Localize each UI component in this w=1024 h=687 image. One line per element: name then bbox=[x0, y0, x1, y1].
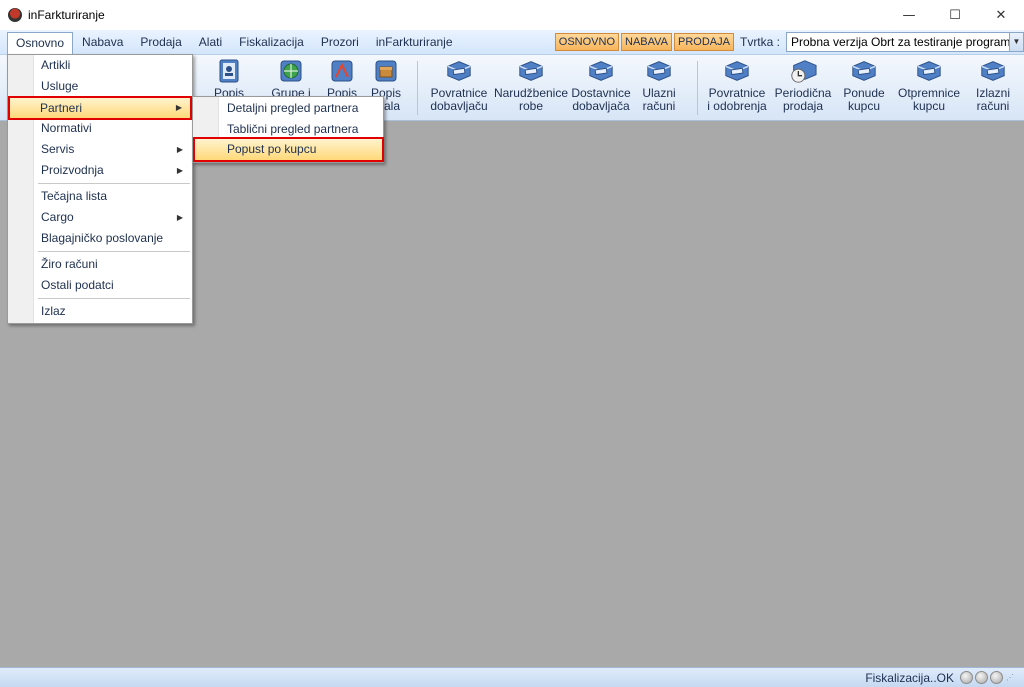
menu-infarkturiranje[interactable]: inFarkturiranje bbox=[368, 32, 461, 53]
app-logo-icon bbox=[8, 8, 22, 22]
menu-item-servis[interactable]: Servis ▶ bbox=[9, 139, 191, 160]
menu-item-tecajna-lista[interactable]: Tečajna lista bbox=[9, 186, 191, 207]
van-icon bbox=[645, 57, 673, 85]
van-icon bbox=[723, 57, 751, 85]
toolbar-separator bbox=[417, 61, 418, 115]
menu-item-proizvodnja[interactable]: Proizvodnja ▶ bbox=[9, 160, 191, 181]
toolbar-ulazni-racuni-button[interactable]: Ulazni računi bbox=[637, 57, 681, 119]
maximize-button[interactable]: ☐ bbox=[932, 0, 978, 30]
toolbar-izlazni-racuni-button[interactable]: Izlazni računi bbox=[968, 57, 1018, 119]
submenu-arrow-icon: ▶ bbox=[175, 103, 182, 112]
van-icon bbox=[517, 57, 545, 85]
van-icon bbox=[979, 57, 1007, 85]
fiscalization-status: Fiskalizacija..OK bbox=[865, 670, 954, 685]
window-title: inFarkturiranje bbox=[28, 8, 105, 22]
menu-separator bbox=[38, 251, 190, 252]
menu-prodaja[interactable]: Prodaja bbox=[132, 32, 189, 53]
menu-fiskalizacija[interactable]: Fiskalizacija bbox=[231, 32, 312, 53]
mode-prodaja-button[interactable]: PRODAJA bbox=[674, 33, 734, 51]
status-indicator-icon bbox=[975, 671, 988, 684]
menu-item-cargo[interactable]: Cargo ▶ bbox=[9, 207, 191, 228]
minimize-button[interactable]: — bbox=[886, 0, 932, 30]
menu-item-ostali-podatci[interactable]: Ostali podatci bbox=[9, 275, 191, 296]
menu-prozori[interactable]: Prozori bbox=[313, 32, 367, 53]
van-icon bbox=[915, 57, 943, 85]
status-bar: Fiskalizacija..OK ⋰ bbox=[0, 667, 1024, 687]
address-book-icon bbox=[215, 57, 243, 85]
menu-bar: Osnovno Nabava Prodaja Alati Fiskalizaci… bbox=[0, 30, 1024, 56]
menu-separator bbox=[38, 183, 190, 184]
van-icon bbox=[445, 57, 473, 85]
toolbar-povratnice-odobrenja-button[interactable]: Povratnice i odobrenja bbox=[706, 57, 768, 119]
menu-alati[interactable]: Alati bbox=[191, 32, 230, 53]
resize-grip-icon[interactable]: ⋰ bbox=[1006, 673, 1016, 683]
menu-item-artikli[interactable]: Artikli bbox=[9, 55, 191, 76]
toolbar-separator bbox=[697, 61, 698, 115]
menu-osnovno[interactable]: Osnovno bbox=[7, 31, 74, 56]
submenu-arrow-icon: ▶ bbox=[176, 213, 183, 222]
van-icon bbox=[587, 57, 615, 85]
toolbar-periodicna-prodaja-button[interactable]: Periodična prodaja bbox=[773, 57, 833, 119]
toolbar-povratnice-dobavljacu-button[interactable]: Povratnice dobavljaču bbox=[428, 57, 490, 119]
menu-item-normativi[interactable]: Normativi bbox=[9, 118, 191, 139]
menu-item-ziro-racuni[interactable]: Žiro računi bbox=[9, 254, 191, 275]
status-indicator-icon bbox=[990, 671, 1003, 684]
submenu-item-popust-po-kupcu[interactable]: Popust po kupcu bbox=[193, 137, 384, 162]
osnovno-dropdown-menu: Artikli Usluge Partneri ▶ Normativi Servi… bbox=[7, 54, 193, 324]
company-select[interactable]: Probna verzija Obrt za testiranje progra… bbox=[786, 32, 1024, 52]
close-button[interactable]: ✕ bbox=[978, 0, 1024, 30]
window-controls: — ☐ ✕ bbox=[886, 0, 1024, 30]
chevron-down-icon[interactable]: ▼ bbox=[1009, 33, 1023, 51]
mode-osnovno-button[interactable]: OSNOVNO bbox=[554, 33, 620, 51]
status-indicator-icon bbox=[960, 671, 973, 684]
menu-nabava[interactable]: Nabava bbox=[74, 32, 131, 53]
menu-separator bbox=[38, 298, 190, 299]
company-label: Tvrtka : bbox=[739, 35, 780, 49]
title-bar: inFarkturiranje — ☐ ✕ bbox=[0, 0, 1024, 30]
toolbar-otpremnice-kupcu-button[interactable]: Otpremnice kupcu bbox=[896, 57, 962, 119]
submenu-item-detaljni-pregled[interactable]: Detaljni pregled partnera bbox=[194, 98, 383, 119]
company-select-value: Probna verzija Obrt za testiranje progra… bbox=[791, 35, 1009, 49]
toolbar-ponude-kupcu-button[interactable]: Ponude kupcu bbox=[838, 57, 890, 119]
menu-item-blagajnicko-poslovanje[interactable]: Blagajničko poslovanje bbox=[9, 228, 191, 249]
menu-item-usluge[interactable]: Usluge bbox=[9, 76, 191, 97]
submenu-arrow-icon: ▶ bbox=[176, 166, 183, 175]
globe-icon bbox=[277, 57, 305, 85]
toolbar-dostavnice-dobavljaca-button[interactable]: Dostavnice dobavljača bbox=[570, 57, 632, 119]
toolbar-narudzbenice-robe-button[interactable]: Narudžbenice robe bbox=[493, 57, 569, 119]
box-icon bbox=[372, 57, 400, 85]
menu-item-izlaz[interactable]: Izlaz bbox=[9, 301, 191, 322]
menu-item-partneri[interactable]: Partneri ▶ bbox=[8, 96, 192, 120]
clock-van-icon bbox=[789, 57, 817, 85]
mode-nabava-button[interactable]: NABAVA bbox=[621, 33, 673, 51]
van-icon bbox=[850, 57, 878, 85]
partneri-submenu: Detaljni pregled partnera Tablični pregl… bbox=[192, 96, 384, 163]
submenu-arrow-icon: ▶ bbox=[176, 145, 183, 154]
chart-icon bbox=[328, 57, 356, 85]
